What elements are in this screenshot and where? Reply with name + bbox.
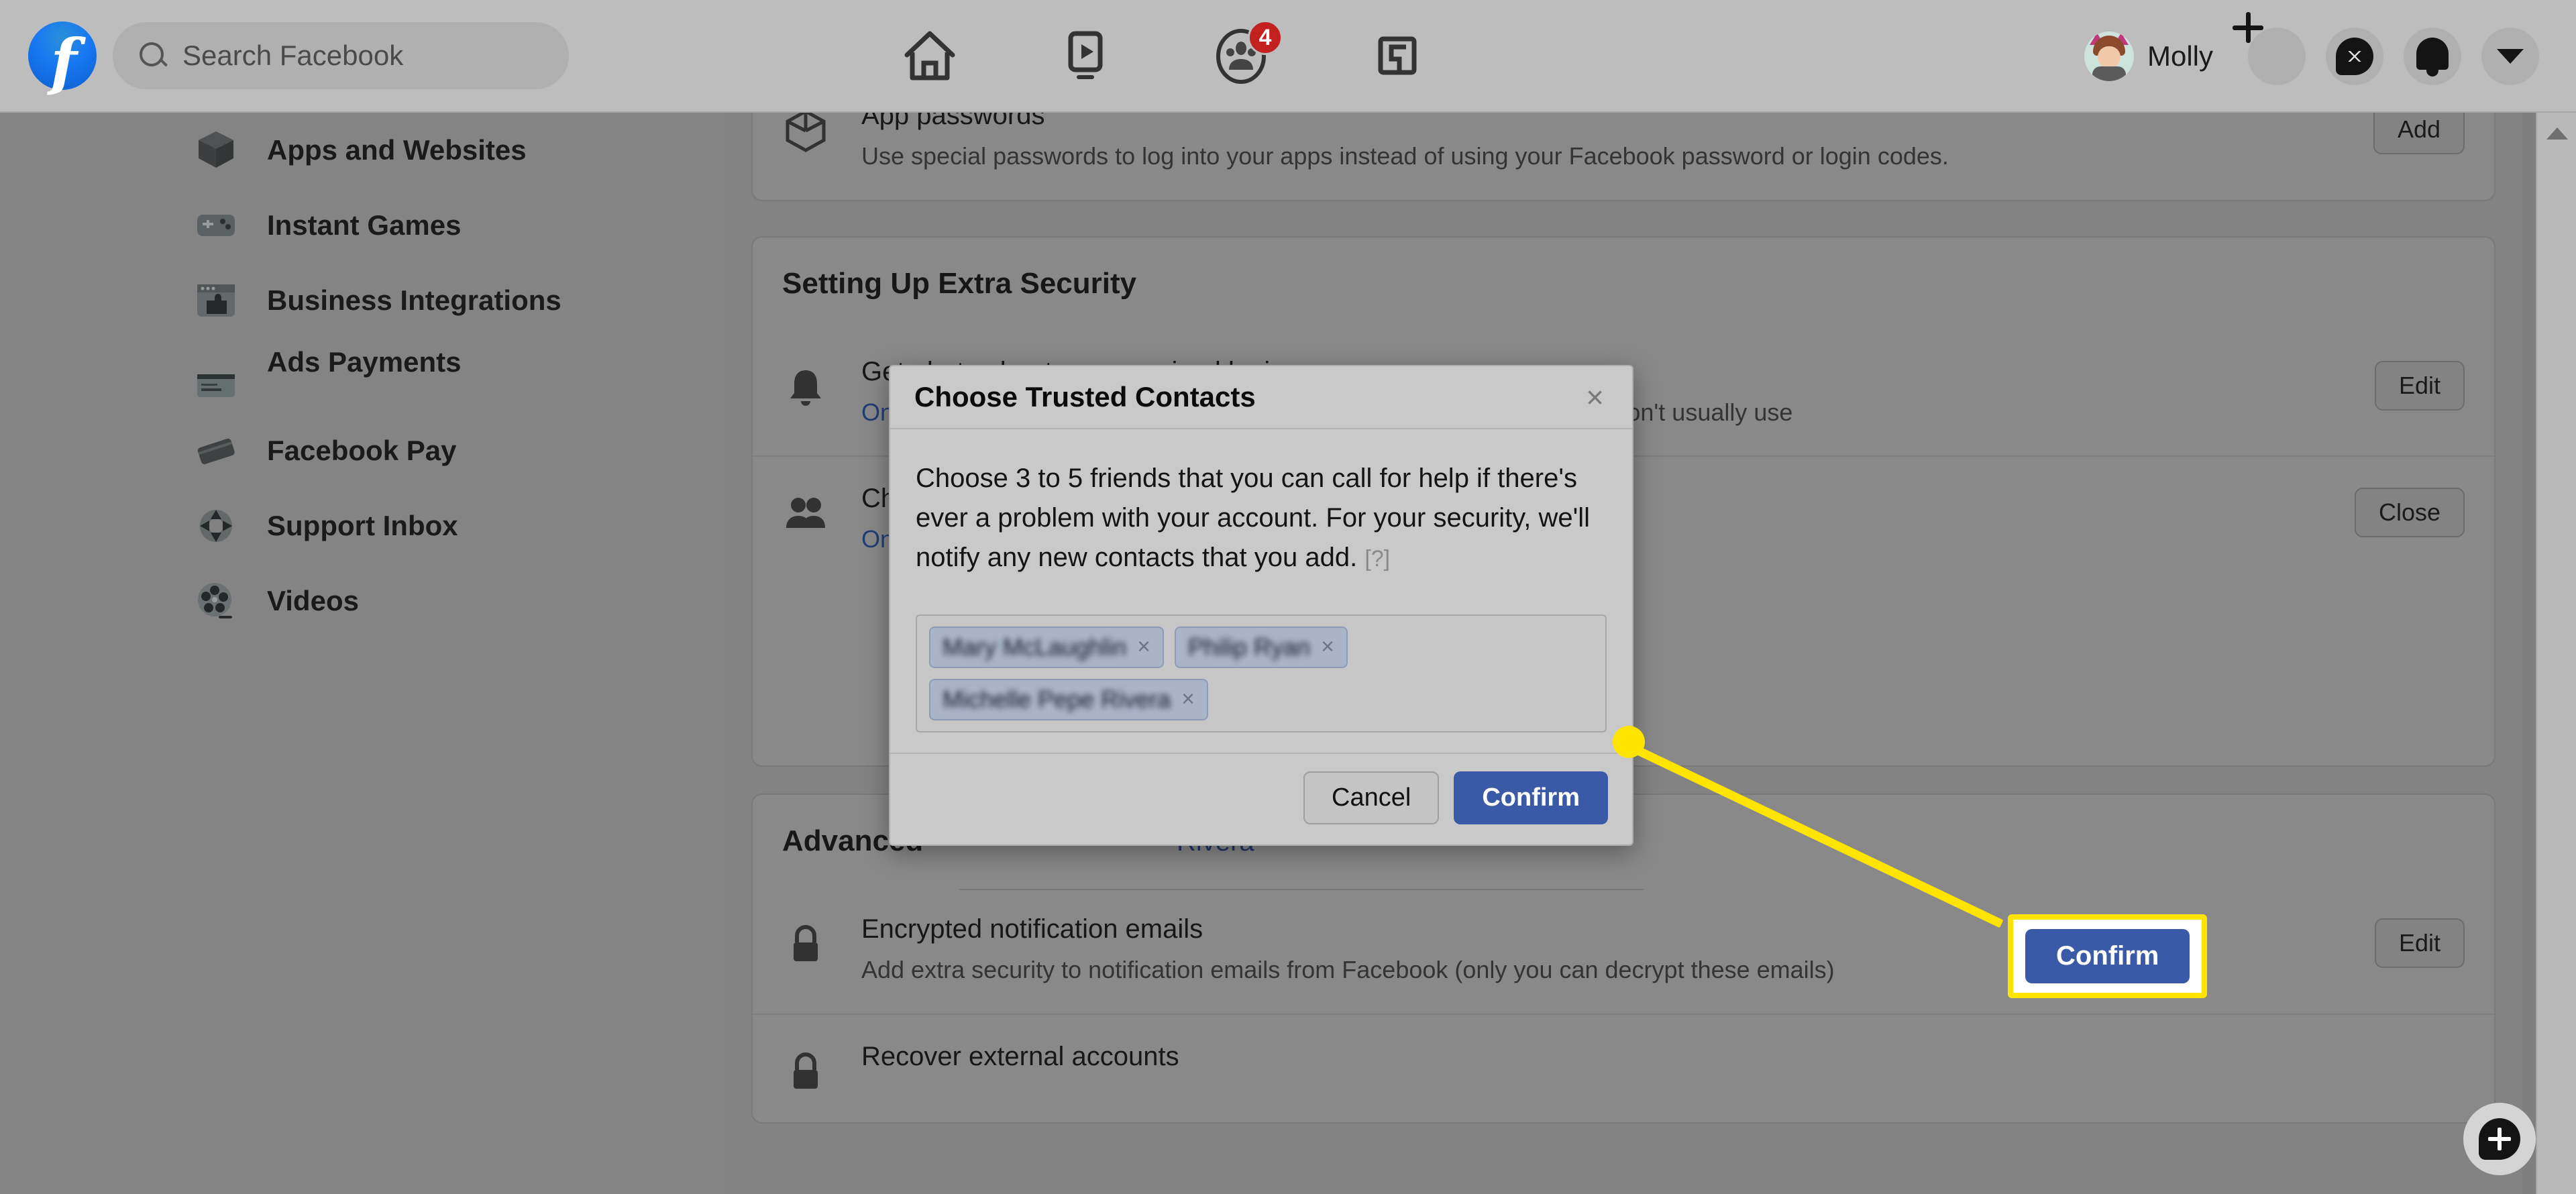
nav-home-icon[interactable] (899, 25, 961, 87)
dialog-title: Choose Trusted Contacts (914, 381, 1256, 413)
avatar (2084, 32, 2134, 81)
nav-groups-icon[interactable]: 4 (1210, 20, 1283, 87)
facebook-logo-icon[interactable]: f (28, 21, 97, 98)
create-button[interactable] (2233, 12, 2306, 85)
top-navigation-bar: f Search Facebook 4 Molly (0, 0, 2576, 113)
groups-badge: 4 (1248, 20, 1283, 55)
dialog-description-text: Choose 3 to 5 friends that you can call … (916, 464, 1591, 573)
messenger-plus-icon (2479, 1118, 2520, 1160)
dialog-description: Choose 3 to 5 friends that you can call … (916, 459, 1607, 578)
contact-token[interactable]: Michelle Pepe Rivera × (929, 678, 1209, 720)
search-icon (138, 41, 168, 70)
screen: App passwords Use special passwords to l… (0, 0, 2576, 1194)
remove-token-icon[interactable]: × (1181, 686, 1195, 712)
close-icon[interactable]: × (1582, 382, 1608, 413)
messenger-button[interactable] (2326, 28, 2383, 85)
contact-token[interactable]: Mary McLaughlin × (929, 626, 1164, 668)
cancel-button[interactable]: Cancel (1303, 771, 1440, 824)
nav-watch-icon[interactable] (1055, 25, 1116, 87)
trusted-contacts-token-input[interactable]: Mary McLaughlin × Philip Ryan × Michelle… (916, 614, 1607, 732)
search-placeholder: Search Facebook (182, 40, 404, 71)
contact-token-name: Mary McLaughlin (943, 633, 1127, 661)
profile-button[interactable]: Molly (2079, 26, 2228, 87)
callout-anchor-dot (1613, 726, 1645, 758)
new-message-button[interactable] (2463, 1103, 2536, 1175)
contact-token-name: Philip Ryan (1187, 633, 1311, 661)
remove-token-icon[interactable]: × (1321, 634, 1334, 660)
account-menu-button[interactable] (2481, 28, 2539, 85)
notifications-button[interactable] (2404, 28, 2461, 85)
confirm-button[interactable]: Confirm (1454, 771, 1608, 824)
confirm-callout: Confirm (2008, 914, 2208, 998)
dialog-footer: Cancel Confirm (890, 752, 1632, 845)
page-scrollbar[interactable] (2536, 113, 2576, 1194)
search-input[interactable]: Search Facebook (113, 22, 569, 89)
messenger-icon (2336, 38, 2373, 75)
profile-name: Molly (2147, 40, 2213, 72)
dialog-body: Choose 3 to 5 friends that you can call … (890, 429, 1632, 753)
nav-gaming-icon[interactable] (1366, 25, 1428, 87)
dialog-header: Choose Trusted Contacts × (890, 366, 1632, 429)
facebook-logo-letter: f (50, 25, 77, 98)
scroll-up-arrow-icon[interactable] (2546, 127, 2568, 140)
primary-nav: 4 (899, 0, 1428, 113)
choose-trusted-contacts-dialog: Choose Trusted Contacts × Choose 3 to 5 … (889, 365, 1633, 846)
chevron-down-icon (2497, 49, 2524, 64)
account-actions: Molly (2079, 0, 2539, 113)
callout-confirm-button[interactable]: Confirm (2025, 929, 2190, 983)
help-tag[interactable]: [?] (1364, 546, 1390, 572)
remove-token-icon[interactable]: × (1137, 634, 1150, 660)
contact-token-name: Michelle Pepe Rivera (943, 685, 1171, 713)
contact-token[interactable]: Philip Ryan × (1174, 626, 1348, 668)
